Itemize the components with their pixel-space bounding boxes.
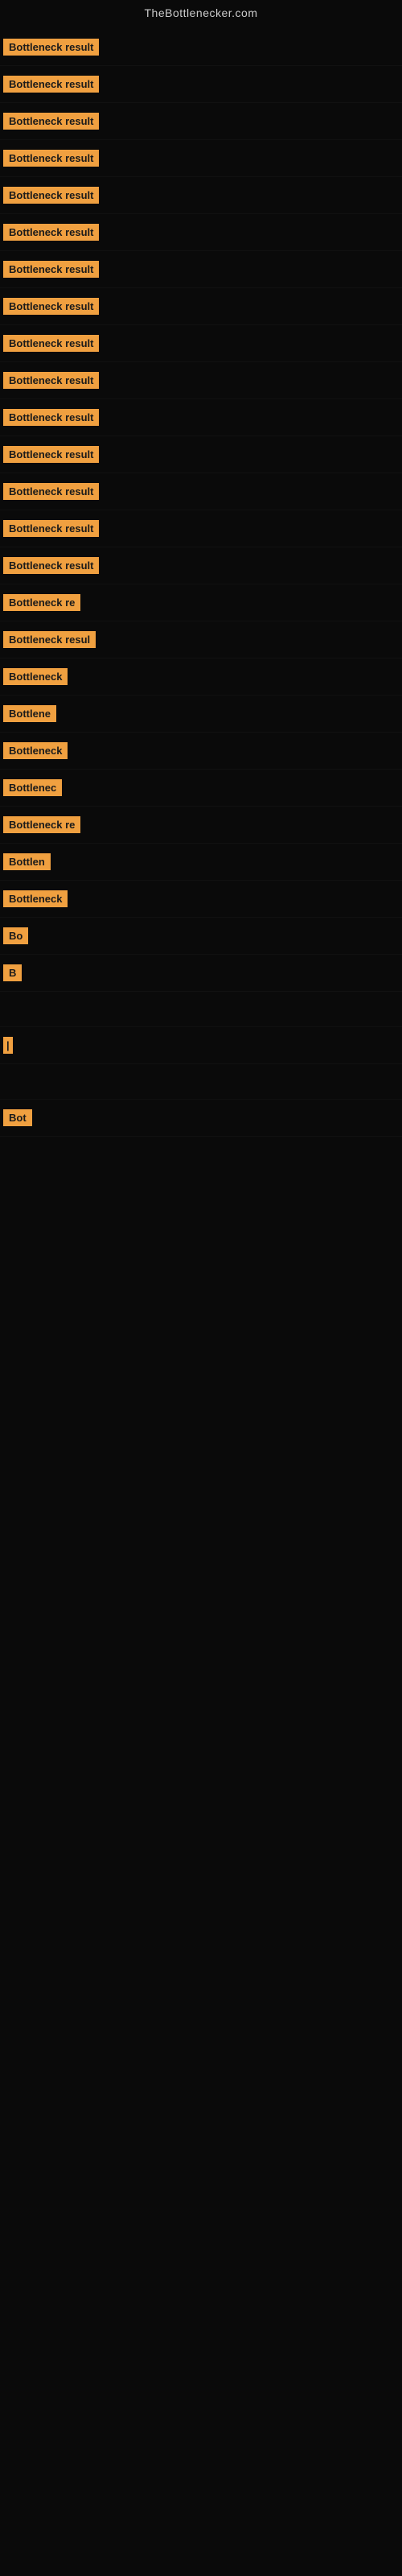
result-row: Bottleneck xyxy=(0,733,402,770)
bottleneck-result-label: Bottleneck resul xyxy=(3,631,96,648)
bottleneck-result-label: Bottleneck result xyxy=(3,76,99,93)
result-row: | xyxy=(0,1027,402,1064)
bottleneck-result-label: Bottlen xyxy=(3,853,51,870)
bottleneck-result-label: Bottleneck result xyxy=(3,150,99,167)
result-row: Bottleneck re xyxy=(0,807,402,844)
result-row: Bottlen xyxy=(0,844,402,881)
bottleneck-result-label: Bottleneck xyxy=(3,668,68,685)
result-row: Bottleneck result xyxy=(0,214,402,251)
result-row: Bottleneck result xyxy=(0,510,402,547)
bottleneck-result-label: Bottleneck result xyxy=(3,224,99,241)
result-row: Bottlene xyxy=(0,696,402,733)
result-row: Bottleneck re xyxy=(0,584,402,621)
result-row: Bottleneck result xyxy=(0,66,402,103)
result-row: Bottleneck result xyxy=(0,177,402,214)
result-row: Bottlenec xyxy=(0,770,402,807)
result-row: B xyxy=(0,955,402,992)
result-row: Bottleneck xyxy=(0,881,402,918)
bottleneck-result-label: Bottleneck result xyxy=(3,39,99,56)
result-row: Bo xyxy=(0,918,402,955)
bottleneck-result-label: Bottleneck re xyxy=(3,816,80,833)
bottleneck-result-label: Bottleneck result xyxy=(3,113,99,130)
bottleneck-result-label: Bo xyxy=(3,927,28,944)
bar-indicator: | xyxy=(3,1037,13,1054)
bottleneck-result-label: Bottleneck result xyxy=(3,335,99,352)
result-row: Bottleneck result xyxy=(0,473,402,510)
bottleneck-result-label: B xyxy=(3,964,22,981)
result-row: Bottleneck resul xyxy=(0,621,402,658)
bottleneck-result-label: Bottleneck result xyxy=(3,298,99,315)
result-row: Bottleneck xyxy=(0,658,402,696)
bottleneck-result-label: Bottleneck result xyxy=(3,187,99,204)
bottleneck-result-label: Bottleneck xyxy=(3,890,68,907)
bottleneck-result-label: Bottleneck result xyxy=(3,261,99,278)
bottleneck-result-label: Bottlenec xyxy=(3,779,62,796)
site-title: TheBottlenecker.com xyxy=(0,0,402,29)
result-row: Bottleneck result xyxy=(0,436,402,473)
bottleneck-result-label: Bottleneck xyxy=(3,742,68,759)
bottleneck-result-label: Bottleneck result xyxy=(3,557,99,574)
bottleneck-result-label: Bot xyxy=(3,1109,32,1126)
result-row xyxy=(0,992,402,1027)
result-row: Bottleneck result xyxy=(0,547,402,584)
result-row: Bottleneck result xyxy=(0,362,402,399)
result-row: Bot xyxy=(0,1100,402,1137)
result-row: Bottleneck result xyxy=(0,399,402,436)
result-row: Bottleneck result xyxy=(0,251,402,288)
bottleneck-result-label: Bottlene xyxy=(3,705,56,722)
result-row: Bottleneck result xyxy=(0,103,402,140)
bottleneck-result-label: Bottleneck result xyxy=(3,372,99,389)
result-row: Bottleneck result xyxy=(0,29,402,66)
result-row: Bottleneck result xyxy=(0,288,402,325)
bottleneck-result-label: Bottleneck result xyxy=(3,520,99,537)
result-row xyxy=(0,1064,402,1100)
bottleneck-result-label: Bottleneck result xyxy=(3,483,99,500)
bottleneck-result-label: Bottleneck re xyxy=(3,594,80,611)
result-row: Bottleneck result xyxy=(0,325,402,362)
result-row: Bottleneck result xyxy=(0,140,402,177)
bottleneck-result-label: Bottleneck result xyxy=(3,446,99,463)
bottleneck-result-label: Bottleneck result xyxy=(3,409,99,426)
